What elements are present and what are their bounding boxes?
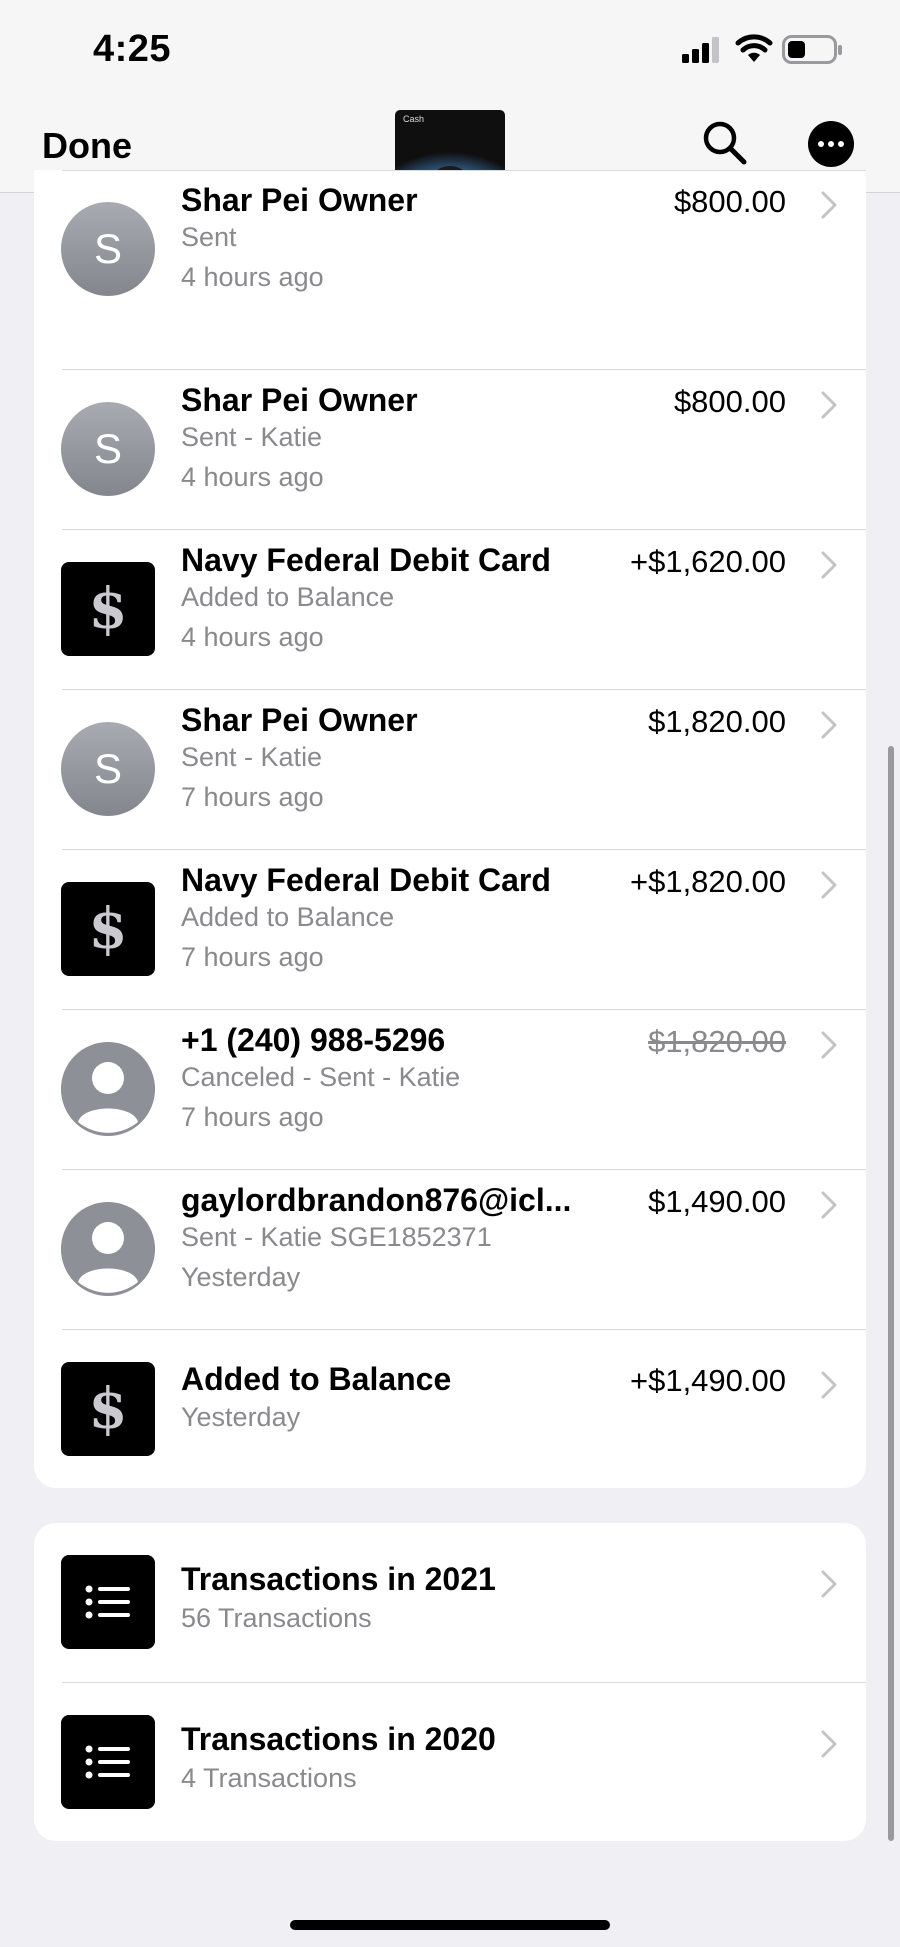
transaction-row[interactable]: gaylordbrandon876@icl... Sent - Katie SG… [34,1170,866,1329]
transaction-amount-canceled: $1,820.00 [648,1024,786,1059]
transaction-name: Shar Pei Owner [181,382,418,418]
transaction-name: Added to Balance [181,1361,452,1397]
card-brand-label: Cash [403,114,425,124]
chevron-right-icon [821,711,837,739]
status-bar: 4:25 [0,0,900,100]
transactions-list: S Shar Pei Owner Sent 4 hours ago $800.0… [34,170,866,1488]
transaction-row[interactable]: $ Added to Balance Yesterday +$1,490.00 [34,1330,866,1488]
transaction-time: 7 hours ago [181,942,324,972]
contact-avatar: S [61,722,155,816]
list-icon [85,1745,130,1779]
apple-cash-avatar: $ [61,562,155,656]
transaction-detail: Added to Balance [181,902,395,932]
dollar-sign-icon: $ [88,896,128,962]
year-count: 4 Transactions [181,1763,357,1793]
contact-avatar: S [61,202,155,296]
chevron-right-icon [821,1730,837,1758]
transaction-name: Shar Pei Owner [181,182,418,218]
transaction-row[interactable]: S Shar Pei Owner Sent - Katie 4 hours ag… [34,370,866,529]
transaction-time: Yesterday [181,1402,301,1432]
wifi-icon [735,34,773,62]
chevron-right-icon [821,551,837,579]
year-row-2020[interactable]: Transactions in 2020 4 Transactions [34,1683,866,1841]
transaction-amount: +$1,490.00 [629,1363,786,1398]
transaction-row[interactable]: $ Navy Federal Debit Card Added to Balan… [34,850,866,1009]
year-title: Transactions in 2020 [181,1721,496,1757]
more-dot-icon [818,141,824,147]
chevron-right-icon [821,1371,837,1399]
battery-icon [782,35,842,64]
transaction-amount: +$1,820.00 [629,864,786,899]
apple-cash-avatar: $ [61,882,155,976]
transaction-time: 4 hours ago [181,622,324,652]
transaction-detail: Sent - Katie [181,742,323,772]
transaction-amount: $800.00 [673,384,786,419]
transaction-name: +1 (240) 988-5296 [181,1022,446,1058]
person-placeholder-icon [61,1202,155,1296]
transaction-detail: Sent [181,222,237,252]
transaction-amount: $1,490.00 [648,1184,786,1219]
transaction-time: 4 hours ago [181,262,324,292]
transaction-row[interactable]: +1 (240) 988-5296 Canceled - Sent - Kati… [34,1010,866,1169]
year-row-2021[interactable]: Transactions in 2021 56 Transactions [34,1523,866,1682]
more-dot-icon [838,141,844,147]
transaction-detail: Sent - Katie [181,422,323,452]
status-time: 4:25 [93,28,172,70]
transaction-time: 7 hours ago [181,782,324,812]
chevron-right-icon [821,1191,837,1219]
chevron-right-icon [821,391,837,419]
more-options-button[interactable] [808,121,854,167]
person-placeholder-icon [61,1042,155,1136]
transaction-time: Yesterday [181,1262,301,1292]
list-icon-tile [61,1555,155,1649]
dollar-sign-icon: $ [88,1376,128,1442]
chevron-right-icon [821,871,837,899]
home-indicator[interactable] [290,1920,610,1930]
cellular-signal-icon [682,37,719,63]
dollar-sign-icon: $ [88,576,128,642]
transaction-row[interactable]: S Shar Pei Owner Sent - Katie 7 hours ag… [34,690,866,849]
yearly-transactions-list: Transactions in 2021 56 Transactions Tra… [34,1523,866,1841]
transaction-detail: Sent - Katie SGE1852371 [181,1222,492,1252]
transaction-time: 4 hours ago [181,462,324,492]
list-icon [85,1585,130,1619]
transaction-row[interactable]: S Shar Pei Owner Sent 4 hours ago $800.0… [34,170,866,330]
transaction-name: Shar Pei Owner [181,702,418,738]
done-button[interactable]: Done [42,125,132,167]
transaction-name: gaylordbrandon876@icl... [181,1182,572,1218]
search-icon[interactable] [700,118,750,168]
year-count: 56 Transactions [181,1603,372,1633]
transaction-time: 7 hours ago [181,1102,324,1132]
year-title: Transactions in 2021 [181,1561,496,1597]
transaction-detail: Canceled - Sent - Katie [181,1062,461,1092]
transaction-amount: $1,820.00 [648,704,786,739]
transaction-detail: Added to Balance [181,582,395,612]
transaction-name: Navy Federal Debit Card [181,862,551,898]
more-dot-icon [828,141,834,147]
apple-cash-avatar: $ [61,1362,155,1456]
transaction-row[interactable]: $ Navy Federal Debit Card Added to Balan… [34,530,866,689]
list-icon-tile [61,1715,155,1809]
chevron-right-icon [821,1570,837,1598]
contact-avatar: S [61,402,155,496]
transaction-amount: +$1,620.00 [629,544,786,579]
chevron-right-icon [821,191,837,219]
transaction-amount: $800.00 [673,184,786,219]
chevron-right-icon [821,1031,837,1059]
scrollbar[interactable] [888,746,894,1841]
transaction-name: Navy Federal Debit Card [181,542,551,578]
